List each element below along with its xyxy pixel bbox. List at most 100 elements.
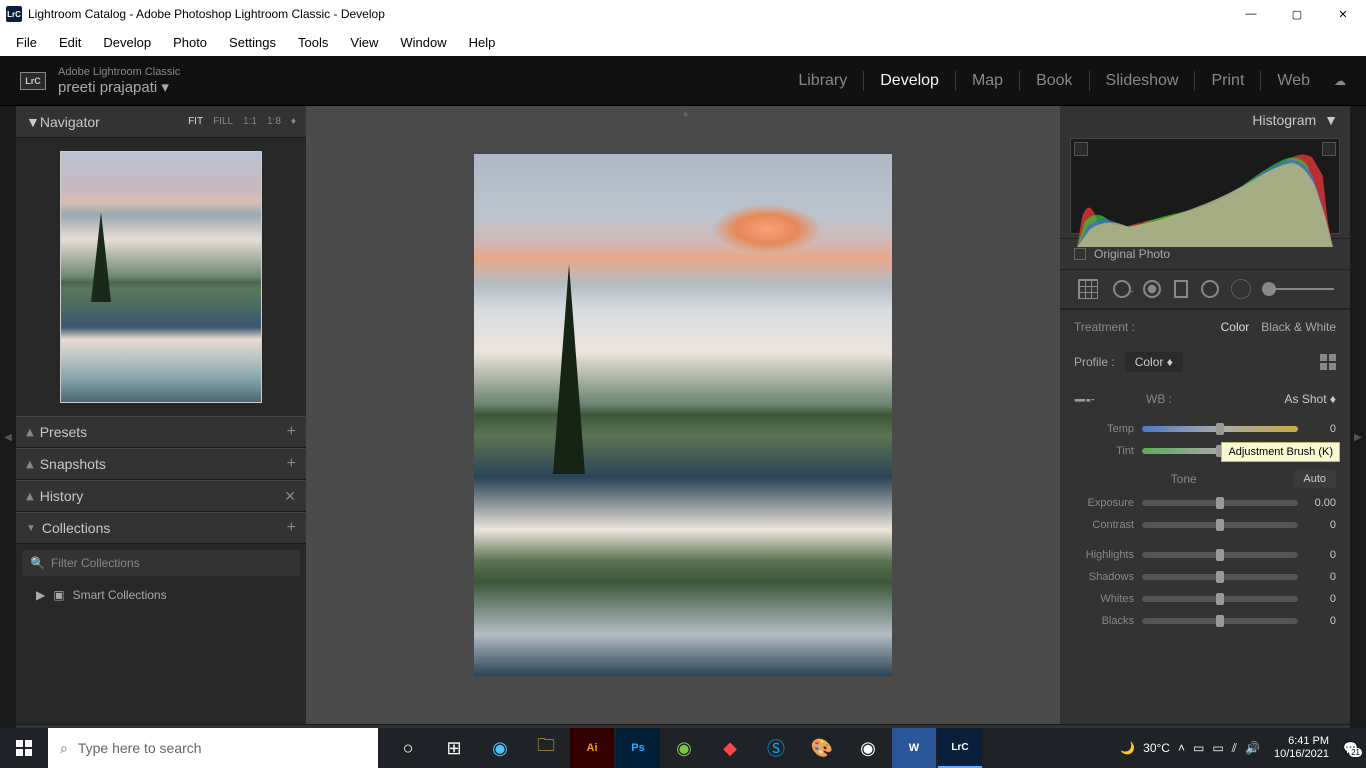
module-library[interactable]: Library bbox=[798, 72, 847, 90]
right-edge-toggle[interactable]: ▶ bbox=[1350, 106, 1366, 768]
temp-slider[interactable] bbox=[1142, 426, 1298, 432]
module-develop[interactable]: Develop bbox=[880, 72, 939, 90]
word-icon[interactable]: W bbox=[892, 728, 936, 768]
presets-header[interactable]: ▶Presets+ bbox=[16, 416, 306, 448]
treatment-color[interactable]: Color bbox=[1221, 320, 1250, 334]
whites-slider[interactable] bbox=[1142, 596, 1298, 602]
maximize-button[interactable]: ▢ bbox=[1274, 0, 1320, 28]
eyedropper-icon[interactable] bbox=[1069, 383, 1100, 414]
chrome-icon[interactable]: ◉ bbox=[846, 728, 890, 768]
tray-chevron-icon[interactable]: ˄ bbox=[1178, 741, 1185, 755]
menu-help[interactable]: Help bbox=[459, 31, 506, 54]
graduated-filter-icon[interactable] bbox=[1174, 280, 1188, 298]
menu-view[interactable]: View bbox=[340, 31, 388, 54]
weather-temp[interactable]: 30°C bbox=[1143, 741, 1170, 755]
photo-stage[interactable] bbox=[306, 106, 1060, 724]
menu-photo[interactable]: Photo bbox=[163, 31, 217, 54]
menu-settings[interactable]: Settings bbox=[219, 31, 286, 54]
navigator-body[interactable] bbox=[16, 138, 306, 416]
cortana-icon[interactable]: ○ bbox=[386, 728, 430, 768]
menu-file[interactable]: File bbox=[6, 31, 47, 54]
contrast-label: Contrast bbox=[1074, 519, 1134, 531]
incopy-icon[interactable]: ◉ bbox=[662, 728, 706, 768]
minimize-button[interactable]: — bbox=[1228, 0, 1274, 28]
whites-value[interactable]: 0 bbox=[1306, 593, 1336, 605]
snapshots-header[interactable]: ▶Snapshots+ bbox=[16, 448, 306, 480]
main-photo[interactable] bbox=[474, 154, 892, 676]
blacks-slider[interactable] bbox=[1142, 618, 1298, 624]
auto-tone-button[interactable]: Auto bbox=[1293, 470, 1336, 488]
menu-edit[interactable]: Edit bbox=[49, 31, 91, 54]
zoom-1-1[interactable]: 1:1 bbox=[243, 116, 257, 127]
module-print[interactable]: Print bbox=[1211, 72, 1244, 90]
lightroom-taskbar-icon[interactable]: LrC bbox=[938, 728, 982, 768]
close-button[interactable]: ✕ bbox=[1320, 0, 1366, 28]
contrast-value[interactable]: 0 bbox=[1306, 519, 1336, 531]
weather-icon[interactable]: 🌙 bbox=[1120, 741, 1135, 755]
highlights-value[interactable]: 0 bbox=[1306, 549, 1336, 561]
blacks-value[interactable]: 0 bbox=[1306, 615, 1336, 627]
volume-icon[interactable]: 🔊 bbox=[1245, 741, 1260, 755]
temp-value[interactable]: 0 bbox=[1306, 423, 1336, 435]
notification-icon[interactable]: 💬21 bbox=[1343, 741, 1358, 755]
edge-icon[interactable]: ◉ bbox=[478, 728, 522, 768]
explorer-icon[interactable]: 🗀 bbox=[524, 728, 568, 768]
exposure-value[interactable]: 0.00 bbox=[1306, 497, 1336, 509]
battery-icon[interactable]: ▭ bbox=[1212, 741, 1223, 755]
blacks-label: Blacks bbox=[1074, 615, 1134, 627]
zoom-1-8[interactable]: 1:8 bbox=[267, 116, 281, 127]
menu-tools[interactable]: Tools bbox=[288, 31, 338, 54]
navigator-thumbnail[interactable] bbox=[60, 151, 262, 403]
skype-icon[interactable]: Ⓢ bbox=[754, 728, 798, 768]
module-map[interactable]: Map bbox=[972, 72, 1003, 90]
radial-filter-icon[interactable] bbox=[1201, 280, 1219, 298]
illustrator-icon[interactable]: Ai bbox=[570, 728, 614, 768]
username[interactable]: preeti prajapati ▾ bbox=[58, 78, 180, 96]
photoshop-icon[interactable]: Ps bbox=[616, 728, 660, 768]
profile-browser-icon[interactable] bbox=[1320, 354, 1336, 370]
contrast-slider[interactable] bbox=[1142, 522, 1298, 528]
shadows-value[interactable]: 0 bbox=[1306, 571, 1336, 583]
zoom-fit[interactable]: FIT bbox=[188, 116, 203, 127]
spot-removal-icon[interactable]: → bbox=[1113, 280, 1131, 298]
original-photo-checkbox[interactable] bbox=[1074, 248, 1086, 260]
clock[interactable]: 6:41 PM 10/16/2021 bbox=[1268, 735, 1335, 761]
treatment-bw[interactable]: Black & White bbox=[1261, 320, 1336, 334]
start-button[interactable] bbox=[0, 728, 48, 768]
taskbar-search[interactable]: ⌕Type here to search bbox=[48, 728, 378, 768]
creative-cloud-icon[interactable]: ◆ bbox=[708, 728, 752, 768]
exposure-slider[interactable] bbox=[1142, 500, 1298, 506]
meet-now-icon[interactable]: ▭ bbox=[1193, 741, 1204, 755]
histogram[interactable] bbox=[1070, 138, 1340, 234]
smart-collections-item[interactable]: ▶▣Smart Collections bbox=[22, 582, 300, 608]
highlights-slider[interactable] bbox=[1142, 552, 1298, 558]
menu-develop[interactable]: Develop bbox=[93, 31, 161, 54]
module-web[interactable]: Web bbox=[1277, 72, 1310, 90]
histogram-header[interactable]: Histogram▼ bbox=[1060, 106, 1350, 134]
menu-window[interactable]: Window bbox=[390, 31, 456, 54]
profile-dropdown[interactable]: Color ♦ bbox=[1125, 352, 1183, 372]
zoom-fill[interactable]: FILL bbox=[213, 116, 233, 127]
crop-tool-icon[interactable] bbox=[1076, 277, 1100, 301]
cloud-sync-icon[interactable]: ☁ bbox=[1334, 74, 1346, 88]
history-clear-icon[interactable]: ✕ bbox=[284, 488, 296, 505]
filter-collections-input[interactable]: 🔍 Filter Collections bbox=[22, 550, 300, 576]
left-edge-toggle[interactable]: ◀ bbox=[0, 106, 16, 768]
paint-icon[interactable]: 🎨 bbox=[800, 728, 844, 768]
collections-add-icon[interactable]: + bbox=[287, 519, 296, 537]
brush-slider[interactable] bbox=[1264, 288, 1334, 290]
shadows-slider[interactable] bbox=[1142, 574, 1298, 580]
navigator-header[interactable]: ▼ Navigator FIT FILL 1:1 1:8 ♦ bbox=[16, 106, 306, 138]
presets-add-icon[interactable]: + bbox=[287, 423, 296, 441]
redeye-tool-icon[interactable] bbox=[1143, 280, 1161, 298]
module-book[interactable]: Book bbox=[1036, 72, 1072, 90]
adjustment-brush-icon[interactable] bbox=[1231, 279, 1251, 299]
zoom-stepper-icon[interactable]: ♦ bbox=[291, 116, 296, 127]
snapshots-add-icon[interactable]: + bbox=[287, 455, 296, 473]
module-slideshow[interactable]: Slideshow bbox=[1106, 72, 1179, 90]
task-view-icon[interactable]: ⊞ bbox=[432, 728, 476, 768]
collections-header[interactable]: ▼Collections+ bbox=[16, 512, 306, 544]
wb-dropdown[interactable]: As Shot ♦ bbox=[1285, 392, 1337, 406]
history-header[interactable]: ▶History✕ bbox=[16, 480, 306, 512]
wifi-icon[interactable]: ⫽ bbox=[1232, 741, 1237, 756]
